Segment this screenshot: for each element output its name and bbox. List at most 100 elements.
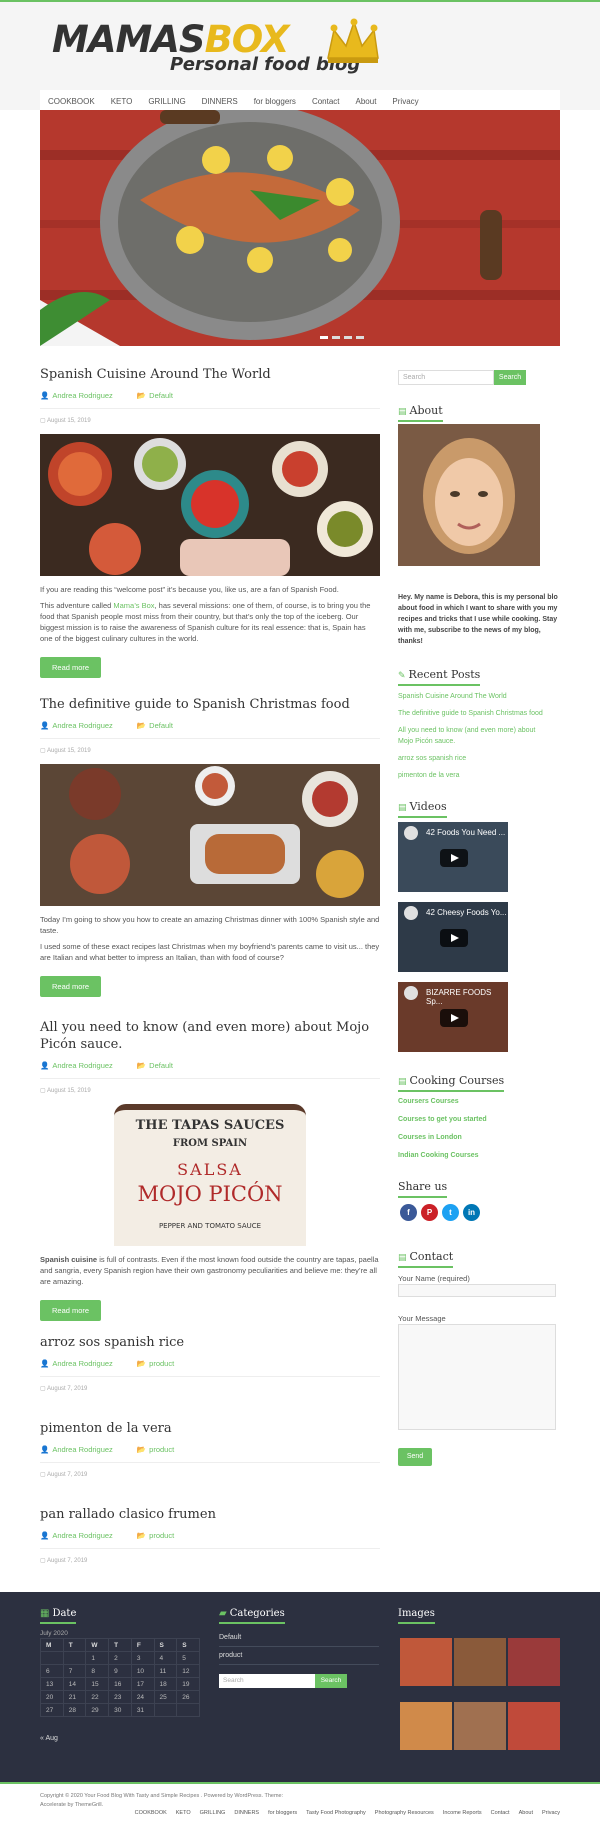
footer-nav: COOKBOOK KETO GRILLING DINNERS for blogg… (135, 1810, 560, 1816)
user-icon: 👤 (40, 1359, 50, 1368)
play-icon[interactable] (440, 1009, 468, 1027)
facebook-icon[interactable]: f (400, 1204, 417, 1221)
read-more-button[interactable]: Read more (40, 976, 102, 997)
pinterest-icon[interactable]: P (421, 1204, 438, 1221)
footer-nav-item[interactable]: GRILLING (200, 1810, 226, 1816)
video-embed[interactable]: BIZARRE FOODS Sp... (398, 982, 508, 1052)
post-category: product (149, 1445, 175, 1454)
channel-avatar (404, 906, 418, 920)
folder-icon: 📂 (136, 1445, 147, 1454)
calendar-icon: ▦ (40, 1608, 50, 1619)
folder-icon: ▰ (219, 1608, 227, 1619)
nav-item-grilling[interactable]: GRILLING (148, 97, 185, 106)
search-button[interactable]: Search (494, 370, 526, 385)
site-footer: ▦ Date July 2020 MTWTFSS 12345 6 7 8 9 10 11 12… (0, 1592, 600, 1782)
post-title[interactable]: pan rallado clasico frumen (40, 1506, 380, 1523)
course-link[interactable]: Courses in London (398, 1134, 462, 1141)
send-button[interactable]: Send (398, 1448, 432, 1466)
theme-link[interactable]: Accelerate by ThemeGrill. (40, 1802, 103, 1808)
post-category: product (149, 1359, 175, 1368)
play-icon[interactable] (440, 929, 468, 947)
gallery-thumbnail[interactable] (454, 1702, 506, 1750)
nav-item-keto[interactable]: KETO (111, 97, 133, 106)
nav-item-about[interactable]: About (356, 97, 377, 106)
post-meta: 👤 Andrea Rodriguez 📂 product (40, 1445, 380, 1454)
footer-nav-item[interactable]: About (519, 1810, 533, 1816)
post-author: Andrea Rodriguez (52, 1445, 113, 1454)
recent-post-link[interactable]: Mojo Picón sauce. (398, 737, 455, 747)
read-more-button[interactable]: Read more (40, 657, 102, 678)
footer-nav-item[interactable]: for bloggers (268, 1810, 297, 1816)
pencil-icon: ✎ (398, 671, 406, 681)
footer-nav-item[interactable]: Income Reports (443, 1810, 482, 1816)
video-embed[interactable]: 42 Cheesy Foods Yo... (398, 902, 508, 972)
course-link[interactable]: Courses to get you started (398, 1116, 487, 1123)
jar-label-name: MOJO PICÓN (137, 1182, 283, 1206)
main-nav: COOKBOOK KETO GRILLING DINNERS for blogg… (40, 90, 560, 112)
read-more-button[interactable]: Read more (40, 1300, 102, 1321)
footer-nav-item[interactable]: Contact (491, 1810, 510, 1816)
post-title[interactable]: All you need to know (and even more) abo… (40, 1019, 380, 1053)
course-link[interactable]: Indian Cooking Courses (398, 1152, 479, 1159)
name-input[interactable] (398, 1284, 556, 1297)
hero-slider-image[interactable] (40, 110, 560, 346)
search-input[interactable]: Search (398, 370, 494, 385)
footer-nav-item[interactable]: KETO (176, 1810, 191, 1816)
search-button[interactable]: Search (315, 1674, 347, 1688)
post-date: August 15, 2019 (47, 418, 91, 424)
author-photo (398, 424, 540, 566)
gallery-thumbnail[interactable] (400, 1702, 452, 1750)
footer-title-date: ▦ Date (40, 1608, 77, 1624)
recent-post-link[interactable]: arroz sos spanish rice (398, 754, 466, 764)
post-excerpt: Spanish cuisine is full of contrasts. Ev… (40, 1255, 379, 1286)
post-title[interactable]: The definitive guide to Spanish Christma… (40, 696, 380, 713)
nav-item-dinners[interactable]: DINNERS (202, 97, 238, 106)
nav-item-privacy[interactable]: Privacy (392, 97, 418, 106)
user-icon: 👤 (40, 1445, 50, 1454)
christmas-food-image[interactable] (40, 764, 380, 906)
footer-nav-item[interactable]: COOKBOOK (135, 1810, 167, 1816)
footer-nav-item[interactable]: DINNERS (234, 1810, 259, 1816)
recent-post-link[interactable]: Spanish Cuisine Around The World (398, 692, 507, 702)
site-logo[interactable]: MAMASBOX Personal food blog (52, 18, 382, 78)
recent-post-link[interactable]: The definitive guide to Spanish Christma… (398, 709, 543, 719)
channel-avatar (404, 826, 418, 840)
post-title[interactable]: Spanish Cuisine Around The World (40, 366, 380, 383)
nav-item-for-bloggers[interactable]: for bloggers (254, 97, 296, 106)
post-title[interactable]: arroz sos spanish rice (40, 1334, 380, 1351)
calendar-prev-link[interactable]: « Aug (40, 1735, 58, 1742)
gallery-thumbnail[interactable] (508, 1638, 560, 1686)
footer-nav-item[interactable]: Tasty Food Photography (306, 1810, 366, 1816)
nav-item-cookbook[interactable]: COOKBOOK (48, 97, 95, 106)
gallery-thumbnail[interactable] (454, 1638, 506, 1686)
search-input[interactable]: Search (219, 1674, 315, 1688)
folder-icon: 📂 (136, 721, 147, 730)
gallery-thumbnail[interactable] (508, 1702, 560, 1750)
post-title[interactable]: pimenton de la vera (40, 1420, 380, 1437)
nav-item-contact[interactable]: Contact (312, 97, 340, 106)
linkedin-icon[interactable]: in (463, 1204, 480, 1221)
category-link[interactable]: Default (219, 1634, 241, 1641)
slider-dots (320, 336, 364, 339)
category-link[interactable]: product (219, 1652, 242, 1659)
mojo-picon-jar-image[interactable]: THE TAPAS SAUCES FROM SPAIN SALSA MOJO P… (40, 1104, 380, 1246)
recent-post-link[interactable]: All you need to know (and even more) abo… (398, 726, 535, 736)
gallery-thumbnail[interactable] (400, 1638, 452, 1686)
twitter-icon[interactable]: t (442, 1204, 459, 1221)
footer-nav-item[interactable]: Privacy (542, 1810, 560, 1816)
play-icon[interactable] (440, 849, 468, 867)
post-article: The definitive guide to Spanish Christma… (40, 696, 380, 997)
post-article: All you need to know (and even more) abo… (40, 1019, 380, 1321)
jar-label-salsa: SALSA (177, 1160, 243, 1179)
footer-nav-item[interactable]: Photography Resources (375, 1810, 434, 1816)
tapas-spread-image[interactable] (40, 434, 380, 576)
post-date: August 7, 2019 (47, 1386, 88, 1392)
course-link[interactable]: Coursers Courses (398, 1098, 459, 1105)
message-textarea[interactable] (398, 1324, 556, 1430)
inline-link[interactable]: Mama’s Box (113, 601, 154, 610)
recent-post-link[interactable]: pimenton de la vera (398, 771, 459, 781)
video-embed[interactable]: 42 Foods You Need ... (398, 822, 508, 892)
user-icon: 👤 (40, 1531, 50, 1540)
calendar-icon: ▢ (40, 1386, 48, 1392)
post-meta: 👤 Andrea Rodriguez 📂 Default (40, 1061, 380, 1070)
